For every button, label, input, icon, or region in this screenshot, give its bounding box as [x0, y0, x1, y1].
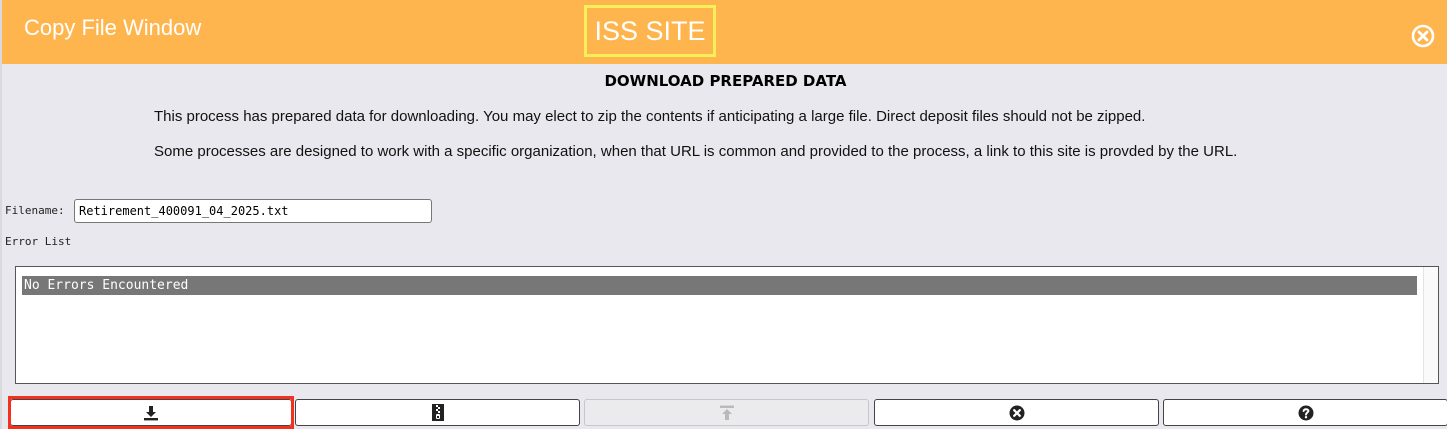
window-title: Copy File Window [24, 15, 202, 40]
download-icon [144, 405, 158, 420]
cancel-button[interactable] [874, 399, 1159, 426]
help-icon [1298, 405, 1313, 420]
cancel-icon [1009, 405, 1024, 420]
error-list[interactable]: No Errors Encountered [15, 266, 1439, 384]
section-heading: DOWNLOAD PREPARED DATA [604, 72, 847, 90]
info-paragraph-url: Some processes are designed to work with… [154, 143, 1238, 160]
site-badge: ISS SITE [584, 5, 716, 57]
close-window-button[interactable] [1411, 24, 1435, 48]
info-paragraph-zip: This process has prepared data for downl… [154, 108, 1146, 125]
download-button[interactable] [10, 399, 292, 426]
zip-button[interactable] [295, 399, 580, 426]
filename-input[interactable] [74, 199, 432, 223]
copy-file-window: Copy File Window ISS SITE DOWNLOAD PREPA… [0, 0, 1447, 429]
close-circle-icon [1411, 24, 1435, 48]
error-list-label: Error List [5, 235, 72, 248]
help-button[interactable] [1163, 399, 1447, 426]
error-list-item[interactable]: No Errors Encountered [22, 276, 1417, 295]
title-bar: Copy File Window ISS SITE [2, 0, 1447, 64]
filename-label: Filename: [5, 204, 65, 217]
zip-file-icon [431, 404, 444, 421]
error-list-scrollbar[interactable] [1423, 267, 1438, 383]
upload-icon [719, 405, 734, 420]
upload-button[interactable] [584, 399, 869, 426]
